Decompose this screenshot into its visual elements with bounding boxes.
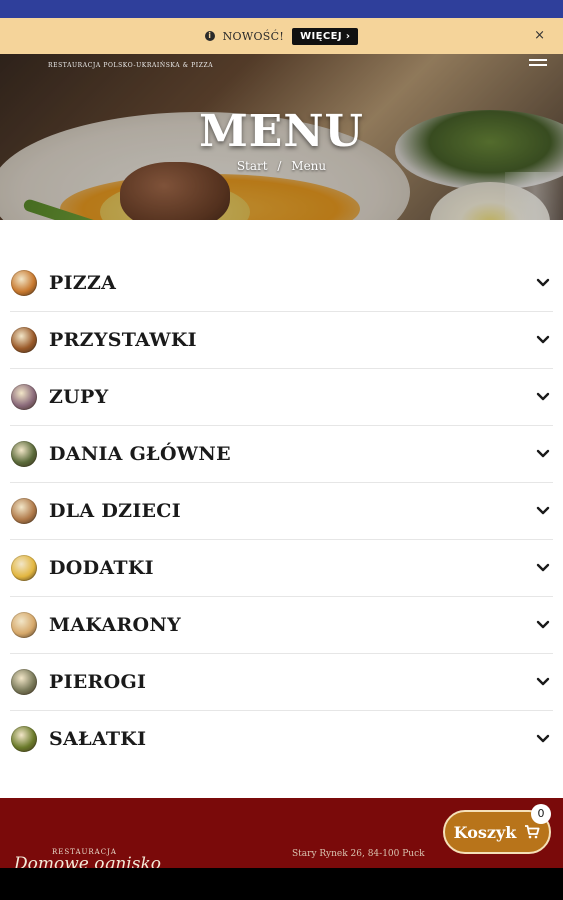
category-label: PIEROGI bbox=[49, 671, 147, 693]
chevron-down-icon[interactable] bbox=[535, 389, 551, 405]
kids-thumbnail-icon bbox=[11, 498, 37, 524]
top-accent-bar bbox=[0, 0, 563, 18]
main-dish-thumbnail-icon bbox=[11, 441, 37, 467]
announcement-text: NOWOŚĆ! bbox=[222, 29, 285, 43]
category-item-przystawki[interactable]: PRZYSTAWKI bbox=[10, 312, 553, 369]
cart-button[interactable]: Koszyk 0 bbox=[443, 804, 551, 854]
dumplings-thumbnail-icon bbox=[11, 669, 37, 695]
breadcrumb-home-link[interactable]: Start bbox=[237, 159, 268, 173]
chevron-down-icon[interactable] bbox=[535, 674, 551, 690]
salad-thumbnail-icon bbox=[11, 726, 37, 752]
category-item-zupy[interactable]: ZUPY bbox=[10, 369, 553, 426]
category-label: PRZYSTAWKI bbox=[49, 329, 197, 351]
close-icon[interactable]: × bbox=[534, 28, 545, 43]
system-navigation-bar bbox=[0, 868, 563, 900]
footer: RESTAURACJA Domowe ognisko Stary Rynek 2… bbox=[0, 798, 563, 874]
menu-category-list: PIZZA PRZYSTAWKI ZUPY DANIA GŁÓWNE DLA D… bbox=[10, 255, 553, 767]
announcement-bar: i NOWOŚĆ! WIĘCEJ › × bbox=[0, 18, 563, 54]
chevron-down-icon[interactable] bbox=[535, 446, 551, 462]
category-item-pizza[interactable]: PIZZA bbox=[10, 255, 553, 312]
category-label: SAŁATKI bbox=[49, 728, 147, 750]
chevron-down-icon[interactable] bbox=[535, 617, 551, 633]
info-icon: i bbox=[204, 31, 215, 41]
chevron-down-icon[interactable] bbox=[535, 275, 551, 291]
chevron-down-icon[interactable] bbox=[535, 503, 551, 519]
category-label: MAKARONY bbox=[49, 614, 181, 636]
sides-thumbnail-icon bbox=[11, 555, 37, 581]
pizza-thumbnail-icon bbox=[11, 270, 37, 296]
category-item-dodatki[interactable]: DODATKI bbox=[10, 540, 553, 597]
breadcrumb: Start / Menu bbox=[0, 159, 563, 173]
category-label: DLA DZIECI bbox=[49, 500, 181, 522]
cart-icon bbox=[525, 825, 540, 839]
category-label: ZUPY bbox=[49, 386, 109, 408]
category-item-dla-dzieci[interactable]: DLA DZIECI bbox=[10, 483, 553, 540]
page-title: MENU bbox=[199, 106, 364, 157]
chevron-down-icon[interactable] bbox=[535, 560, 551, 576]
hero-banner: RESTAURACJA POLSKO-UKRAIŃSKA & PIZZA MEN… bbox=[0, 54, 563, 220]
category-label: DODATKI bbox=[49, 557, 154, 579]
breadcrumb-separator: / bbox=[277, 159, 282, 173]
chevron-down-icon[interactable] bbox=[535, 332, 551, 348]
breadcrumb-current: Menu bbox=[291, 159, 327, 173]
hero-tagline: RESTAURACJA POLSKO-UKRAIŃSKA & PIZZA bbox=[48, 62, 214, 69]
pasta-thumbnail-icon bbox=[11, 612, 37, 638]
cart-label: Koszyk bbox=[453, 822, 517, 842]
category-item-makarony[interactable]: MAKARONY bbox=[10, 597, 553, 654]
category-item-pierogi[interactable]: PIEROGI bbox=[10, 654, 553, 711]
soup-thumbnail-icon bbox=[11, 384, 37, 410]
more-button[interactable]: WIĘCEJ › bbox=[292, 27, 359, 45]
footer-address: Stary Rynek 26, 84-100 Puck bbox=[292, 849, 425, 859]
cart-count-badge: 0 bbox=[531, 804, 551, 824]
starters-thumbnail-icon bbox=[11, 327, 37, 353]
category-label: DANIA GŁÓWNE bbox=[49, 443, 231, 465]
announcement-content: i NOWOŚĆ! WIĘCEJ › bbox=[204, 27, 359, 45]
category-item-salatki[interactable]: SAŁATKI bbox=[10, 711, 553, 767]
hamburger-menu-icon[interactable] bbox=[529, 56, 547, 69]
category-label: PIZZA bbox=[49, 272, 117, 294]
category-item-dania-glowne[interactable]: DANIA GŁÓWNE bbox=[10, 426, 553, 483]
chevron-down-icon[interactable] bbox=[535, 731, 551, 747]
